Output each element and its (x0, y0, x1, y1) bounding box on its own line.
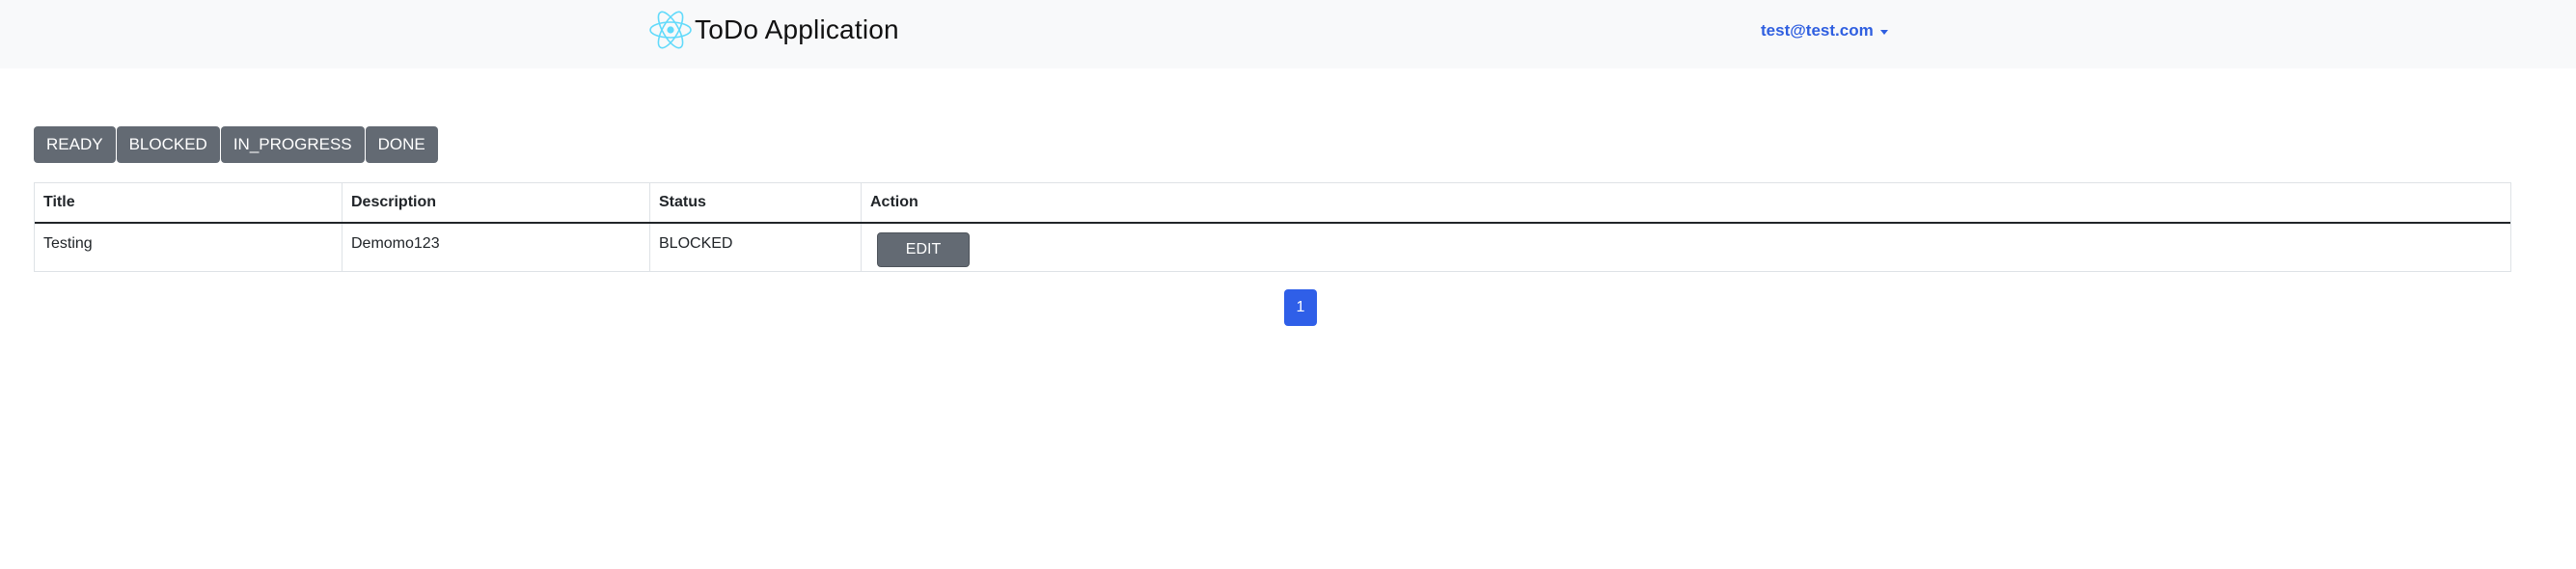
user-email: test@test.com (1761, 21, 1874, 40)
filter-done-button[interactable]: DONE (365, 126, 438, 163)
cell-title: Testing (35, 223, 343, 271)
navbar: ToDo Application test@test.com (0, 0, 2576, 68)
app-title: ToDo Application (695, 14, 899, 44)
status-filter-group: READY BLOCKED IN_PROGRESS DONE (34, 126, 438, 163)
filter-ready-button[interactable]: READY (34, 126, 116, 163)
brand-link[interactable]: ToDo Application (648, 9, 899, 51)
user-dropdown[interactable]: test@test.com (1761, 21, 1888, 41)
table-row: Testing Demomo123 BLOCKED EDIT (35, 223, 2510, 271)
table-header-row: Title Description Status Action (35, 183, 2510, 224)
cell-action: EDIT (862, 223, 2511, 271)
todo-table: Title Description Status Action Testing … (34, 182, 2511, 272)
cell-description: Demomo123 (342, 223, 650, 271)
header-description: Description (342, 183, 650, 224)
page-1-button[interactable]: 1 (1284, 289, 1317, 326)
header-action: Action (861, 183, 2510, 224)
filter-in-progress-button[interactable]: IN_PROGRESS (220, 126, 365, 163)
header-status: Status (649, 183, 862, 224)
filter-blocked-button[interactable]: BLOCKED (116, 126, 220, 163)
header-title: Title (35, 183, 343, 224)
caret-down-icon (1879, 29, 1888, 35)
pagination: 1 (1284, 289, 1317, 326)
react-atom-icon (648, 9, 693, 51)
cell-status: BLOCKED (649, 223, 862, 271)
edit-button[interactable]: EDIT (877, 232, 970, 267)
